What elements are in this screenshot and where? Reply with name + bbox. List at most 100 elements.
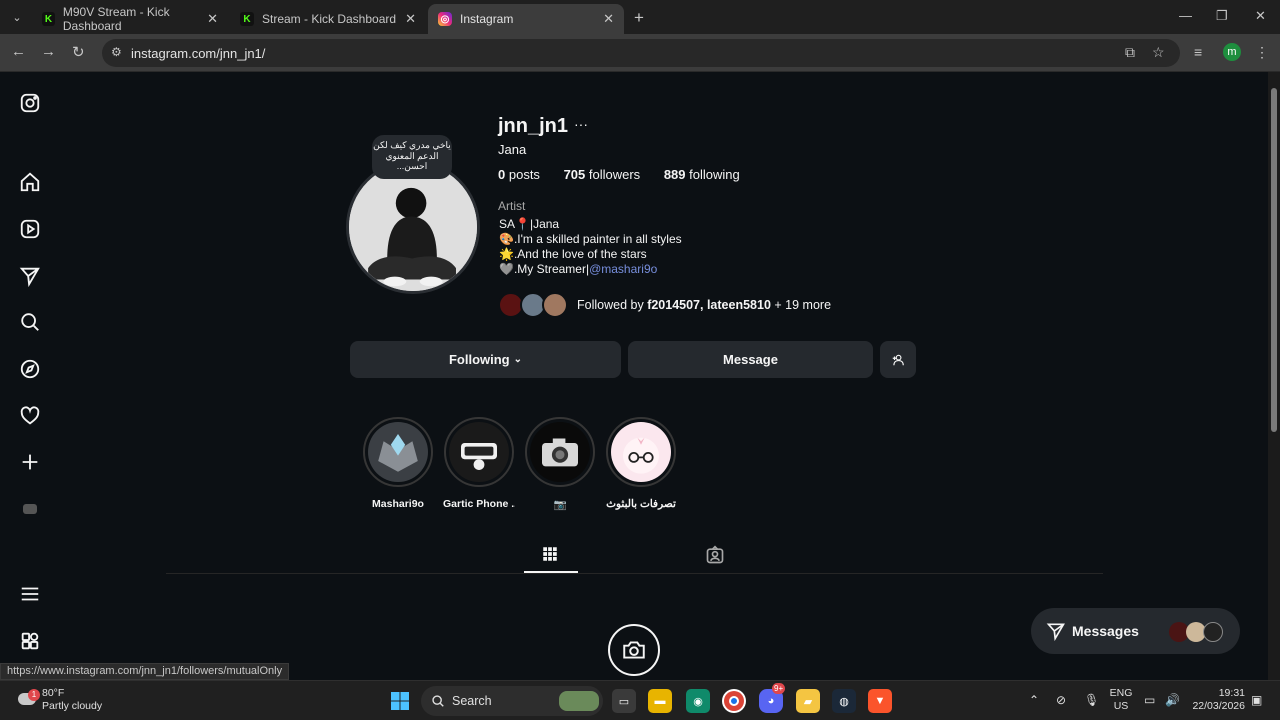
site-info-icon[interactable]: ⚙ [111, 45, 122, 59]
instagram-page: ياخي مدري كيف لكن الدعم المعنوي احسن... … [0, 72, 1268, 680]
messages-floating-button[interactable]: Messages [1031, 608, 1240, 654]
instagram-icon: ◎ [438, 12, 452, 26]
following-link[interactable]: 889 following [664, 167, 750, 182]
forward-button[interactable]: → [41, 43, 56, 60]
bio-line: 🌟.And the love of the stars [499, 247, 647, 261]
message-button[interactable]: Message [628, 341, 873, 378]
profile-full-name: Jana [498, 142, 527, 157]
menu-kebab-icon[interactable]: ⋮ [1255, 44, 1269, 61]
tab-search-icon[interactable]: ⌄ [6, 6, 28, 28]
chevron-down-icon: ⌄ [513, 354, 523, 365]
steam-icon[interactable]: ◍ [832, 689, 856, 713]
bookmark-star-icon[interactable]: ☆ [1152, 44, 1165, 61]
bio-mention-link[interactable]: @mashari9o [589, 262, 657, 276]
toolbar: ← → ↻ ⚙ instagram.com/jnn_jn1/ ⧉ ☆ ≡ ⋮ [0, 34, 1280, 72]
url-text[interactable]: instagram.com/jnn_jn1/ [131, 46, 265, 61]
close-icon[interactable]: ✕ [207, 11, 218, 27]
new-tab-button[interactable]: + [634, 8, 644, 28]
windows-start-icon[interactable] [388, 689, 412, 713]
suggested-users-button[interactable] [880, 341, 916, 378]
tab-kick-stream[interactable]: K Stream - Kick Dashboard ✕ [230, 4, 426, 34]
show-hidden-icons-chevron[interactable]: ⌃ [1029, 693, 1039, 707]
windows-taskbar: 1 80°F Partly cloudy Search ▭ ▬ ◉ ◕ 9+ ▰ … [0, 680, 1280, 720]
notifications-heart-icon[interactable] [18, 404, 42, 428]
grid-icon [543, 547, 557, 561]
weather-icon[interactable]: 1 [16, 689, 40, 709]
notification-center-icon[interactable]: ▣ [1251, 693, 1262, 707]
volume-icon[interactable]: 🔊 [1165, 693, 1180, 707]
direct-messages-icon[interactable] [18, 264, 42, 288]
minimize-button[interactable]: — [1179, 8, 1192, 23]
search-icon[interactable] [18, 310, 42, 334]
avatar [542, 292, 568, 318]
weather-widget[interactable]: 80°F Partly cloudy [42, 687, 102, 713]
microphone-icon[interactable]: 🎙 [1084, 693, 1099, 707]
tagged-tab[interactable] [705, 545, 725, 570]
profile-stats: 0 posts 705 followers 889 following [498, 167, 760, 182]
explore-icon[interactable] [18, 357, 42, 381]
highlight-item[interactable]: تصرفات بالبثوث [605, 417, 677, 510]
bio-line: SA📍|Jana [499, 217, 560, 231]
reels-icon[interactable] [18, 217, 42, 241]
window-close-button[interactable]: ✕ [1255, 8, 1266, 24]
back-button[interactable]: ← [11, 43, 26, 60]
address-bar[interactable]: ⚙ instagram.com/jnn_jn1/ ⧉ ☆ [102, 39, 1180, 67]
also-from-meta-icon[interactable] [18, 629, 42, 653]
taskbar-search[interactable]: Search [421, 686, 603, 716]
tab-kick-m90v[interactable]: K M90V Stream - Kick Dashboard ✕ [32, 4, 228, 34]
add-person-icon [892, 354, 904, 365]
home-icon[interactable] [18, 170, 42, 194]
page-scrollbar[interactable] [1268, 72, 1280, 680]
tab-title: Instagram [460, 12, 514, 26]
app-icon[interactable]: ◉ [686, 689, 710, 713]
following-button[interactable]: Following ⌄ [350, 341, 621, 378]
reload-button[interactable]: ↻ [72, 43, 85, 61]
display-icon[interactable]: ▭ [1144, 693, 1155, 707]
profile-note-bubble[interactable]: ياخي مدري كيف لكن الدعم المعنوي احسن... [372, 135, 452, 179]
system-clock[interactable]: 19:31 22/03/2026 [1190, 687, 1245, 713]
highlight-item[interactable]: Gartic Phone ... [443, 417, 515, 510]
highlight-cover [611, 422, 671, 482]
mutual-followers-avatars[interactable] [498, 292, 570, 318]
browser-profile-avatar[interactable]: m [1223, 43, 1241, 61]
instagram-logo-icon[interactable] [18, 91, 42, 115]
install-app-icon[interactable]: ⧉ [1125, 44, 1135, 61]
profile-avatar-small[interactable] [18, 497, 42, 521]
more-menu-icon[interactable] [18, 582, 42, 606]
followers-link[interactable]: 705 followers [564, 167, 651, 182]
bio-line: 🎨.I'm a skilled painter in all styles [499, 232, 682, 246]
weather-badge: 1 [28, 689, 40, 701]
maximize-button[interactable]: ❐ [1216, 8, 1228, 24]
profile-avatar[interactable] [346, 160, 480, 294]
close-icon[interactable]: ✕ [603, 11, 614, 27]
bio-line: 🩶.My Streamer|@mashari9o [499, 262, 658, 276]
app-icon[interactable]: ▰ [796, 689, 820, 713]
chrome-icon[interactable] [722, 689, 746, 713]
highlight-label: تصرفات بالبثوث [606, 498, 676, 510]
language-indicator[interactable]: ENG US [1108, 687, 1134, 713]
highlight-label: 📷 [553, 499, 567, 511]
highlight-item[interactable]: 📷 [524, 417, 596, 511]
tabs-divider [166, 573, 1103, 574]
followed-by-link[interactable]: Followed by f2014507, lateen5810 + 19 mo… [577, 298, 831, 312]
media-controls-icon[interactable]: ≡ [1194, 44, 1202, 60]
brave-icon[interactable]: ▼ [868, 689, 892, 713]
tab-title: M90V Stream - Kick Dashboard [62, 5, 170, 33]
highlight-cover [368, 422, 428, 482]
close-icon[interactable]: ✕ [405, 11, 416, 27]
discord-icon[interactable]: ◕ 9+ [759, 683, 786, 713]
profile-category: Artist [498, 199, 526, 213]
tab-instagram[interactable]: ◎ Instagram ✕ [428, 4, 624, 34]
network-off-icon[interactable]: ⊘ [1056, 693, 1066, 707]
task-view-icon[interactable]: ▭ [612, 689, 636, 713]
kick-icon: K [42, 12, 55, 26]
posts-grid-tab[interactable] [541, 545, 559, 568]
highlight-item[interactable]: Mashari9o [362, 417, 434, 510]
more-options-icon[interactable]: ··· [574, 116, 588, 132]
highlight-label: Mashari9o [372, 498, 424, 510]
avatar [1203, 622, 1223, 642]
posts-stat: 0 posts [498, 167, 540, 182]
tab-title: Stream - Kick Dashboard [262, 12, 397, 26]
file-explorer-icon[interactable]: ▬ [648, 689, 672, 713]
create-plus-icon[interactable] [18, 450, 42, 474]
